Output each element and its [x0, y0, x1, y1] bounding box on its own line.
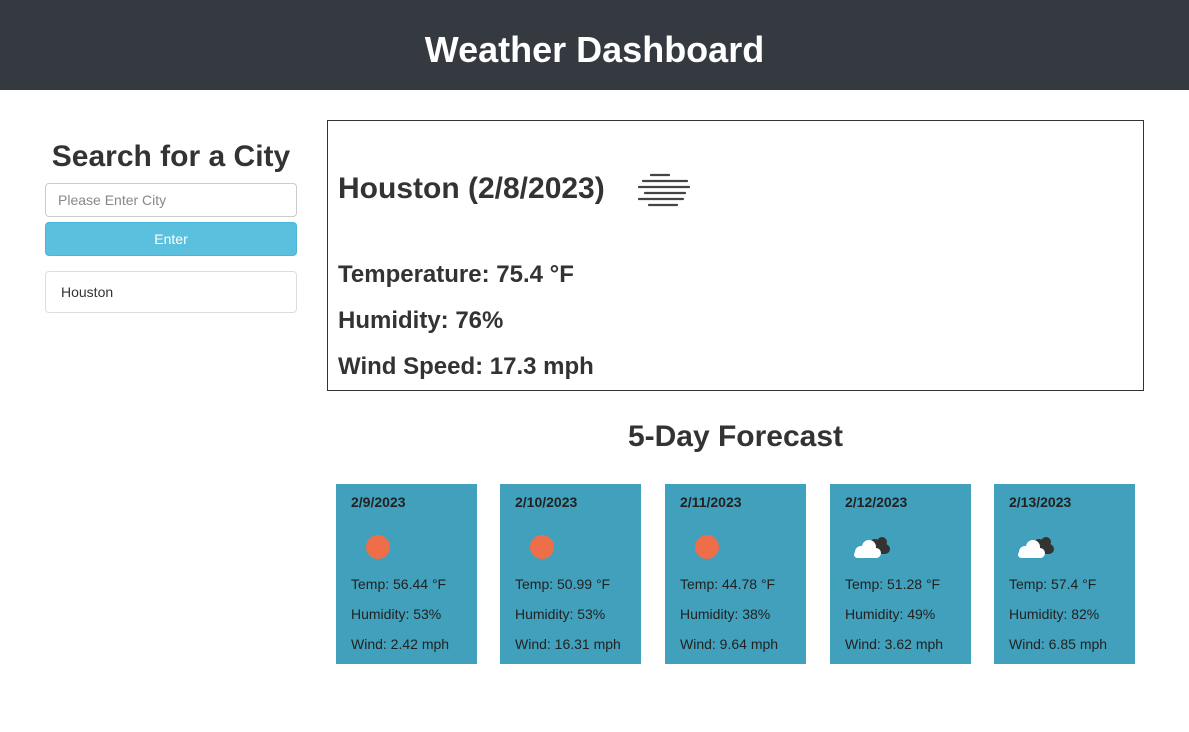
forecast-wind: Wind: 16.31 mph	[515, 636, 621, 652]
forecast-card: 2/9/2023 Temp: 56.44 °F Humidity: 53% Wi…	[336, 484, 477, 664]
forecast-wind: Wind: 6.85 mph	[1009, 636, 1108, 652]
current-title-row: Houston (2/8/2023)	[338, 169, 691, 209]
forecast-wind: Wind: 2.42 mph	[351, 636, 450, 652]
sun-icon	[530, 535, 554, 559]
current-city-date: Houston (2/8/2023)	[338, 172, 605, 205]
search-sidebar: Search for a City Enter Houston	[45, 136, 297, 313]
forecast-temp: Temp: 56.44 °F	[351, 576, 447, 592]
forecast-card: 2/12/2023 Temp: 51.28 °F Humidity: 49% W…	[830, 484, 971, 664]
mist-icon	[637, 173, 690, 207]
broken-clouds-icon	[854, 537, 890, 558]
forecast-date: 2/13/2023	[1009, 494, 1072, 510]
forecast-humidity: Humidity: 53%	[515, 606, 606, 622]
current-wind-speed: Wind Speed: 17.3 mph	[338, 353, 594, 380]
sun-icon	[695, 535, 719, 559]
forecast-temp: Temp: 50.99 °F	[515, 576, 611, 592]
forecast-card: 2/10/2023 Temp: 50.99 °F Humidity: 53% W…	[500, 484, 641, 664]
forecast-humidity: Humidity: 82%	[1009, 606, 1100, 622]
city-search-input[interactable]	[45, 183, 297, 217]
forecast-wind: Wind: 3.62 mph	[845, 636, 944, 652]
current-humidity: Humidity: 76%	[338, 307, 504, 334]
search-heading: Search for a City	[51, 140, 291, 173]
forecast-humidity: Humidity: 53%	[351, 606, 442, 622]
current-weather-panel: Houston (2/8/2023) Temperature: 75.4 °F …	[327, 120, 1144, 391]
broken-clouds-icon	[1018, 537, 1054, 558]
forecast-card: 2/13/2023 Temp: 57.4 °F Humidity: 82% Wi…	[994, 484, 1135, 664]
forecast-heading: 5-Day Forecast	[627, 420, 844, 453]
forecast-date: 2/12/2023	[845, 494, 908, 510]
forecast-humidity: Humidity: 38%	[680, 606, 771, 622]
forecast-date: 2/11/2023	[680, 494, 742, 510]
sun-icon	[366, 535, 390, 559]
app-header: Weather Dashboard	[0, 0, 1189, 90]
forecast-temp: Temp: 51.28 °F	[845, 576, 941, 592]
enter-button[interactable]: Enter	[45, 222, 297, 256]
forecast-card: 2/11/2023 Temp: 44.78 °F Humidity: 38% W…	[665, 484, 806, 664]
history-item-houston[interactable]: Houston	[45, 271, 297, 313]
forecast-wind: Wind: 9.64 mph	[680, 636, 779, 652]
forecast-date: 2/10/2023	[515, 494, 578, 510]
forecast-humidity: Humidity: 49%	[845, 606, 936, 622]
search-history-list: Houston	[45, 271, 297, 313]
forecast-date: 2/9/2023	[351, 494, 406, 510]
forecast-temp: Temp: 57.4 °F	[1009, 576, 1097, 592]
forecast-temp: Temp: 44.78 °F	[680, 576, 776, 592]
current-temperature: Temperature: 75.4 °F	[338, 261, 574, 288]
page-title: Weather Dashboard	[424, 29, 765, 70]
